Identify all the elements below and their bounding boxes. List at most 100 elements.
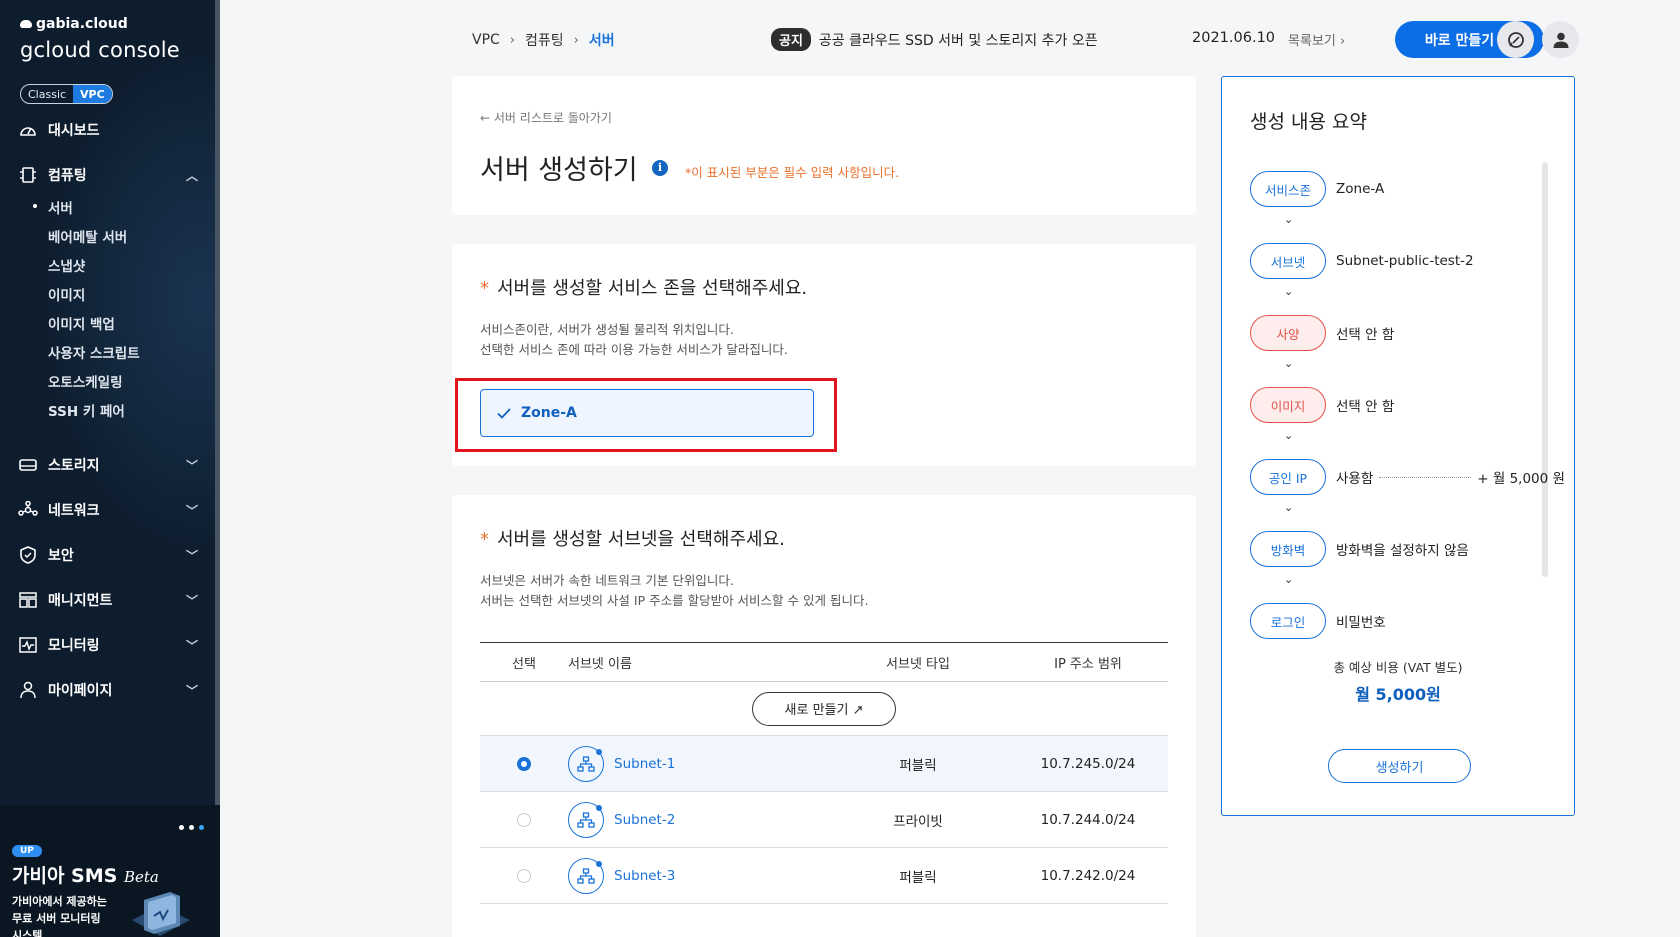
management-icon <box>18 590 38 610</box>
subnet-ip-range: 10.7.242.0/24 <box>1040 867 1136 884</box>
zone-section-title: * 서버를 생성할 서비스 존을 선택해주세요. <box>480 278 808 299</box>
sidebar-item-image[interactable]: 이미지 <box>48 284 85 304</box>
promo-title: 가비아 SMS Beta <box>12 865 159 887</box>
subnet-icon <box>568 801 604 838</box>
total-cost-label: 총 예상 비용 (VAT 별도) <box>1333 660 1463 675</box>
summary-item-image: 이미지 선택 안 함 <box>1250 387 1394 423</box>
subnet-icon <box>568 857 604 894</box>
breadcrumb-vpc[interactable]: VPC <box>472 32 500 48</box>
zone-highlight-box <box>455 378 837 452</box>
notice-list-link[interactable]: 목록보기 › <box>1288 30 1345 49</box>
summary-pill[interactable]: 서브넷 <box>1250 243 1326 279</box>
arrow-left-icon: ← <box>480 111 491 125</box>
sidebar-scrollbar[interactable] <box>215 0 220 805</box>
chevron-down-icon: ﹀ <box>185 459 198 473</box>
nav-storage[interactable]: 스토리지 ﹀ <box>18 455 198 475</box>
summary-pill[interactable]: 공인 IP <box>1250 459 1326 495</box>
subnet-icon <box>568 745 604 782</box>
breadcrumb-server[interactable]: 서버 <box>589 30 615 50</box>
chevron-down-icon: ﹀ <box>185 639 198 653</box>
table-row[interactable]: Subnet-2 프라이빗 10.7.244.0/24 <box>480 792 1168 848</box>
monitoring-icon <box>18 635 38 655</box>
chevron-right-icon: › <box>1339 34 1346 49</box>
user-icon <box>18 680 38 700</box>
table-row[interactable]: Subnet-1 퍼블릭 10.7.245.0/24 <box>480 736 1168 792</box>
nav-mypage[interactable]: 마이페이지 ﹀ <box>18 680 198 700</box>
summary-pill[interactable]: 로그인 <box>1250 603 1326 639</box>
sidebar-item-image-backup[interactable]: 이미지 백업 <box>48 313 115 333</box>
nav-security[interactable]: 보안 ﹀ <box>18 545 198 565</box>
sidebar-item-autoscaling[interactable]: 오토스케일링 <box>48 371 123 391</box>
nav-network[interactable]: 네트워크 ﹀ <box>18 500 198 520</box>
chip-icon <box>18 165 38 185</box>
subnet-name[interactable]: Subnet-3 <box>614 868 675 884</box>
chevron-down-icon: ⌄ <box>1284 429 1294 442</box>
table-header: 선택 서브넷 이름 서브넷 타입 IP 주소 범위 <box>480 642 1168 682</box>
sidebar-item-ssh-keypair[interactable]: SSH 키 페어 <box>48 400 125 420</box>
sms-promo-banner[interactable]: UP 가비아 SMS Beta 가비아에서 제공하는 무료 서버 모니터링 시스… <box>0 805 220 937</box>
chevron-down-icon: ﹀ <box>185 684 198 698</box>
summary-item-login: 로그인 비밀번호 <box>1250 603 1386 639</box>
breadcrumb-computing[interactable]: 컴퓨팅 <box>525 30 564 50</box>
subnet-1-radio[interactable] <box>517 756 531 771</box>
summary-pill[interactable]: 서비스존 <box>1250 171 1326 207</box>
summary-item-public-ip: 공인 IP 사용함 + 월 5,000 원 <box>1250 459 1565 495</box>
create-server-button[interactable]: 생성하기 <box>1328 749 1471 783</box>
summary-item-subnet: 서브넷 Subnet-public-test-2 <box>1250 243 1474 279</box>
summary-pill[interactable]: 방화벽 <box>1250 531 1326 567</box>
summary-item-firewall: 방화벽 방화벽을 설정하지 않음 <box>1250 531 1469 567</box>
chevron-right-icon: › <box>573 32 579 48</box>
summary-scrollbar[interactable] <box>1542 162 1548 577</box>
subnet-2-radio[interactable] <box>517 812 531 827</box>
subnet-3-radio[interactable] <box>517 868 531 883</box>
header-card: ← 서버 리스트로 돌아가기 서버 생성하기 i *이 표시된 부분은 필수 입… <box>452 76 1196 215</box>
chevron-up-icon: ︿ <box>185 169 198 183</box>
chevron-right-icon: › <box>509 32 515 48</box>
carousel-dots[interactable] <box>179 825 204 830</box>
up-badge: UP <box>12 845 42 857</box>
user-icon <box>1553 32 1568 48</box>
profile-button[interactable] <box>1542 21 1579 58</box>
subnet-name[interactable]: Subnet-2 <box>614 812 675 828</box>
chevron-down-icon: ⌄ <box>1284 213 1294 226</box>
notice-banner[interactable]: 공지 공공 클라우드 SSD 서버 및 스토리지 추가 오픈 <box>771 28 1098 51</box>
info-icon[interactable]: i <box>652 160 668 176</box>
summary-pill[interactable]: 이미지 <box>1250 387 1326 423</box>
subnet-type: 퍼블릭 <box>899 869 937 886</box>
subnet-section-card: * 서버를 생성할 서브넷을 선택해주세요. 서브넷은 서버가 속한 네트워크 기… <box>452 495 1196 937</box>
chevron-down-icon: ⌄ <box>1284 285 1294 298</box>
summary-pill[interactable]: 사양 <box>1250 315 1326 351</box>
nav-dashboard[interactable]: 대시보드 <box>18 120 198 140</box>
chat-icon <box>1507 31 1524 48</box>
promo-description: 가비아에서 제공하는 무료 서버 모니터링 시스템 <box>12 895 107 937</box>
chevron-down-icon: ﹀ <box>185 549 198 563</box>
sidebar-item-user-script[interactable]: 사용자 스크립트 <box>48 342 140 362</box>
sidebar-item-baremetal[interactable]: 베어메탈 서버 <box>48 226 127 246</box>
subnet-type: 프라이빗 <box>893 813 943 830</box>
dashboard-icon <box>18 120 38 140</box>
summary-item-spec: 사양 선택 안 함 <box>1250 315 1394 351</box>
gabia-logo: gabia.cloud <box>20 16 128 32</box>
toggle-classic[interactable]: Classic <box>21 85 73 103</box>
subnet-ip-range: 10.7.244.0/24 <box>1040 811 1136 828</box>
classic-vpc-toggle[interactable]: Classic VPC <box>20 84 113 104</box>
network-icon <box>18 500 38 520</box>
nav-management[interactable]: 매니지먼트 ﹀ <box>18 590 198 610</box>
chat-button[interactable] <box>1497 21 1534 58</box>
notice-text[interactable]: 공공 클라우드 SSD 서버 및 스토리지 추가 오픈 <box>819 30 1098 50</box>
creation-summary-panel: 생성 내용 요약 서비스존 Zone-A ⌄ 서브넷 Subnet-public… <box>1221 76 1575 816</box>
page-title: 서버 생성하기 <box>480 155 638 186</box>
new-subnet-button[interactable]: 새로 만들기 ↗ <box>752 691 896 726</box>
table-row[interactable]: Subnet-3 퍼블릭 10.7.242.0/24 <box>480 848 1168 904</box>
breadcrumb: VPC › 컴퓨팅 › 서버 <box>472 30 615 50</box>
back-to-server-list-link[interactable]: ← 서버 리스트로 돌아가기 <box>480 109 612 126</box>
toggle-vpc[interactable]: VPC <box>73 85 112 103</box>
nav-computing[interactable]: 컴퓨팅 ︿ <box>18 165 198 185</box>
monitor-illustration-icon <box>132 892 190 936</box>
subnet-name[interactable]: Subnet-1 <box>614 756 675 772</box>
sidebar-item-server[interactable]: 서버 <box>33 197 73 217</box>
sidebar-item-snapshot[interactable]: 스냅샷 <box>48 255 85 275</box>
nav-monitoring[interactable]: 모니터링 ﹀ <box>18 635 198 655</box>
storage-icon <box>18 455 38 475</box>
summary-title: 생성 내용 요약 <box>1250 111 1367 133</box>
